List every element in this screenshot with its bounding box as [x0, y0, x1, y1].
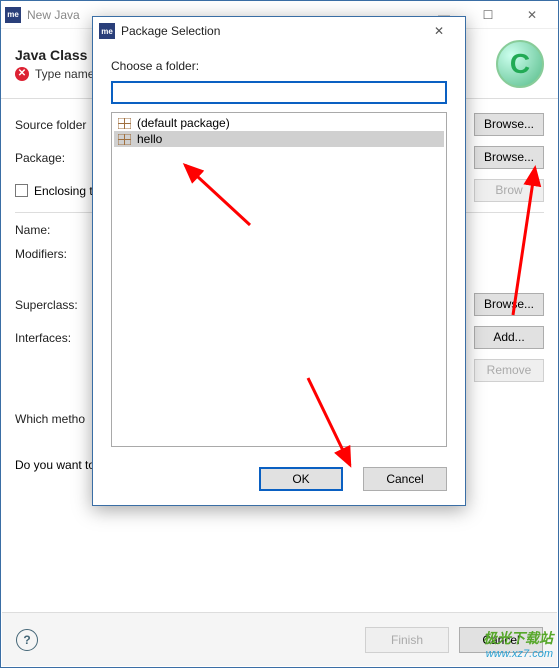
package-search-input[interactable] [111, 81, 447, 104]
modal-titlebar: me Package Selection ✕ [93, 17, 465, 45]
modal-button-bar: OK Cancel [93, 457, 465, 505]
modal-close-button[interactable]: ✕ [419, 24, 459, 38]
browse-superclass-button[interactable]: Browse... [474, 293, 544, 316]
enclosing-checkbox[interactable] [15, 184, 28, 197]
class-icon: C [496, 40, 544, 88]
modal-app-icon: me [99, 23, 115, 39]
choose-folder-label: Choose a folder: [111, 59, 447, 73]
watermark: 极光下载站 www.xz7.com [483, 628, 553, 660]
package-item-label: hello [137, 132, 162, 146]
package-item-default[interactable]: (default package) [114, 115, 444, 131]
close-button[interactable]: ✕ [510, 2, 554, 28]
modal-title: Package Selection [121, 24, 220, 38]
modal-cancel-button[interactable]: Cancel [363, 467, 447, 491]
package-item-hello[interactable]: hello [114, 131, 444, 147]
outer-window-title: New Java [27, 8, 80, 22]
help-icon[interactable]: ? [16, 629, 38, 651]
error-icon: ✕ [15, 67, 29, 81]
watermark-line1: 极光下载站 [483, 628, 553, 648]
wizard-button-bar: ? Finish Cancel [2, 612, 557, 666]
package-item-label: (default package) [137, 116, 230, 130]
banner-error-text: Type name [35, 67, 94, 81]
browse-enclosing-button: Brow [474, 179, 544, 202]
package-icon [118, 134, 131, 145]
watermark-line2: www.xz7.com [483, 648, 553, 660]
ok-button[interactable]: OK [259, 467, 343, 491]
finish-button: Finish [365, 627, 449, 653]
browse-package-button[interactable]: Browse... [474, 146, 544, 169]
package-list[interactable]: (default package) hello [111, 112, 447, 447]
package-selection-dialog: me Package Selection ✕ Choose a folder: … [92, 16, 466, 506]
add-interface-button[interactable]: Add... [474, 326, 544, 349]
remove-interface-button: Remove [474, 359, 544, 382]
label-enclosing: Enclosing t [34, 184, 93, 198]
app-icon: me [5, 7, 21, 23]
maximize-button[interactable]: ☐ [466, 2, 510, 28]
package-icon [118, 118, 131, 129]
browse-source-button[interactable]: Browse... [474, 113, 544, 136]
